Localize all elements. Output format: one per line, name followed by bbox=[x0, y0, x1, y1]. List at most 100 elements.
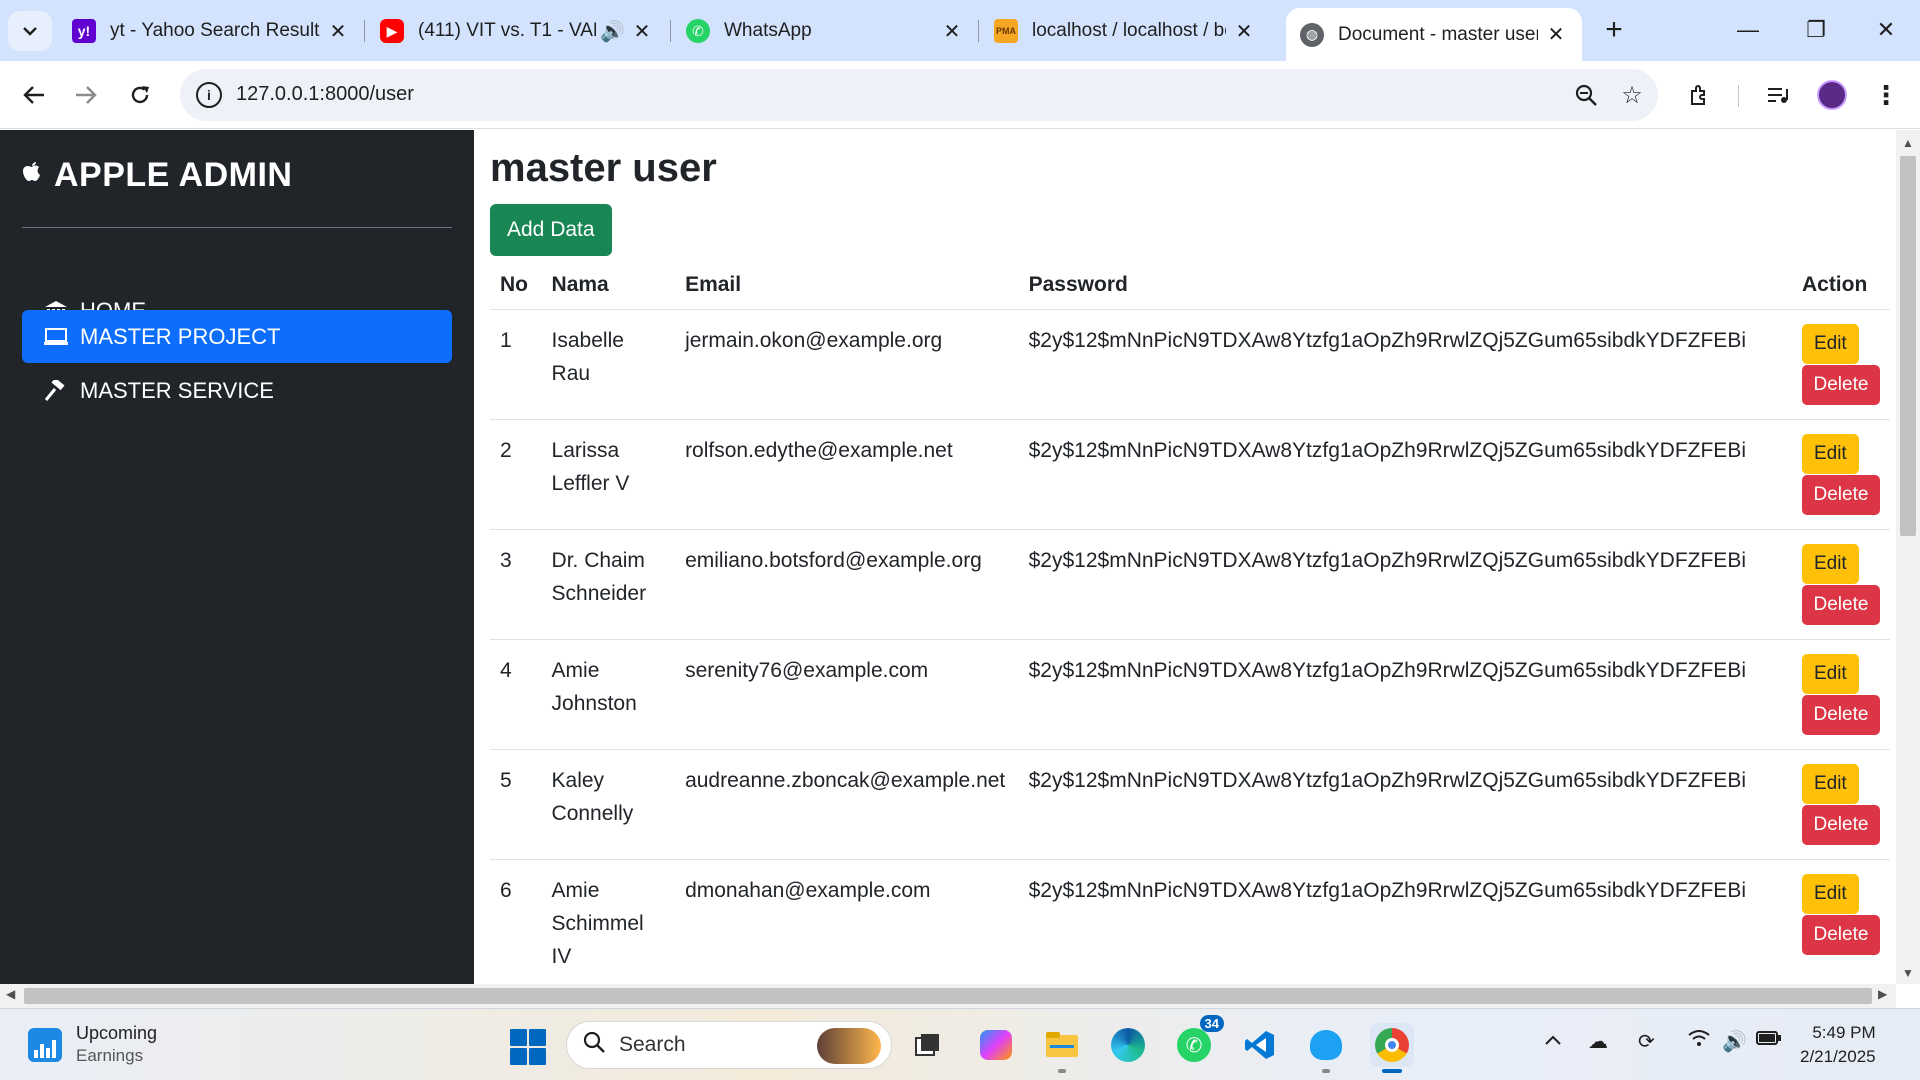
delete-button[interactable]: Delete bbox=[1801, 695, 1880, 735]
divider bbox=[22, 227, 452, 228]
tab-yahoo[interactable]: y! yt - Yahoo Search Results ✕ bbox=[58, 8, 364, 54]
tab-title: Document - master user bbox=[1338, 23, 1538, 45]
delete-button[interactable]: Delete bbox=[1801, 805, 1880, 845]
tab-phpmyadmin[interactable]: PMA localhost / localhost / be ✕ bbox=[980, 8, 1270, 54]
back-button[interactable] bbox=[14, 75, 54, 115]
speaker-icon[interactable]: 🔊 bbox=[600, 19, 625, 44]
edit-button[interactable]: Edit bbox=[1801, 324, 1859, 364]
volume-icon[interactable]: 🔊 bbox=[1722, 1029, 1747, 1054]
yahoo-icon: y! bbox=[72, 19, 96, 43]
battery-icon[interactable] bbox=[1756, 1029, 1782, 1052]
cell-action: Edit Delete bbox=[1791, 309, 1890, 420]
profile-avatar[interactable] bbox=[1812, 75, 1852, 115]
delete-button[interactable]: Delete bbox=[1801, 365, 1880, 405]
site-info-icon[interactable]: i bbox=[196, 82, 222, 108]
scrollbar-thumb[interactable] bbox=[24, 988, 1872, 1004]
tab-search-button[interactable] bbox=[8, 11, 52, 51]
file-explorer-icon[interactable] bbox=[1040, 1023, 1084, 1073]
delete-button[interactable]: Delete bbox=[1801, 475, 1880, 515]
column-header-nama: Nama bbox=[541, 261, 676, 310]
extensions-icon[interactable] bbox=[1680, 75, 1720, 115]
cell-no: 3 bbox=[490, 529, 542, 640]
cell-action: Edit Delete bbox=[1791, 859, 1890, 984]
cell-password: $2y$12$mNnPicN9TDXAw8Ytzfg1aOpZh9RrwlZQj… bbox=[1018, 309, 1792, 420]
edit-button[interactable]: Edit bbox=[1801, 764, 1859, 804]
taskbar-search-box[interactable]: Search bbox=[566, 1021, 892, 1069]
url-text[interactable]: 127.0.0.1:8000/user bbox=[236, 83, 414, 106]
close-icon[interactable]: ✕ bbox=[326, 19, 350, 44]
widget-title: Upcoming bbox=[76, 1023, 158, 1043]
app-blue-icon[interactable] bbox=[1304, 1023, 1348, 1073]
horizontal-scrollbar[interactable]: ◀ ▶ bbox=[0, 984, 1896, 1008]
tab-whatsapp[interactable]: ✆ WhatsApp ✕ bbox=[672, 8, 978, 54]
task-view-icon[interactable] bbox=[906, 1023, 950, 1067]
add-data-button[interactable]: Add Data bbox=[490, 204, 612, 256]
edit-button[interactable]: Edit bbox=[1801, 434, 1859, 474]
edit-button[interactable]: Edit bbox=[1801, 544, 1859, 584]
brand[interactable]: APPLE ADMIN bbox=[22, 156, 292, 195]
onedrive-icon[interactable]: ☁ bbox=[1588, 1029, 1608, 1054]
zoom-icon[interactable] bbox=[1566, 75, 1606, 115]
table-row: 5 Kaley Connelly audreanne.zboncak@example… bbox=[490, 749, 1890, 860]
menu-kebab-icon[interactable]: ⋮ bbox=[1866, 75, 1906, 115]
edge-icon[interactable] bbox=[1106, 1023, 1150, 1067]
wifi-icon[interactable] bbox=[1688, 1029, 1710, 1053]
delete-button[interactable]: Delete bbox=[1801, 585, 1880, 625]
system-clock[interactable]: 5:49 PM 2/21/2025 bbox=[1800, 1021, 1876, 1069]
running-indicator bbox=[1058, 1069, 1066, 1073]
whatsapp-taskbar-icon[interactable]: ✆ 34 bbox=[1172, 1015, 1224, 1067]
widget-subtitle: Earnings bbox=[76, 1046, 144, 1065]
scroll-down-arrow-icon[interactable]: ▼ bbox=[1896, 966, 1920, 980]
tab-document-master-user[interactable]: ◍ Document - master user ✕ bbox=[1286, 8, 1582, 61]
tab-title: (411) VIT vs. T1 - VAL bbox=[418, 20, 596, 41]
reload-button[interactable] bbox=[120, 75, 160, 115]
scroll-right-arrow-icon[interactable]: ▶ bbox=[1878, 987, 1887, 1001]
tab-separator bbox=[364, 20, 365, 42]
table-row: 2 Larissa Leffler Vrolfson.edythe@example… bbox=[490, 419, 1890, 530]
widgets-button[interactable]: Upcoming Earnings bbox=[28, 1023, 157, 1066]
search-icon bbox=[583, 1031, 605, 1060]
close-icon[interactable]: ✕ bbox=[630, 19, 654, 44]
sidebar-item-master-service[interactable]: MASTER SERVICE bbox=[22, 364, 452, 417]
vscode-icon[interactable] bbox=[1238, 1023, 1282, 1067]
address-bar[interactable]: i 127.0.0.1:8000/user ☆ bbox=[180, 69, 1658, 121]
tab-youtube[interactable]: ▶ (411) VIT vs. T1 - VAL 🔊 ✕ bbox=[366, 8, 668, 54]
cell-email: rolfson.edythe@example.net bbox=[675, 419, 1019, 530]
scrollbar-thumb[interactable] bbox=[1900, 156, 1916, 536]
media-control-icon[interactable] bbox=[1758, 75, 1798, 115]
vertical-scrollbar[interactable]: ▲ ▼ bbox=[1896, 130, 1920, 984]
chrome-icon[interactable] bbox=[1370, 1023, 1414, 1073]
bookmark-star-icon[interactable]: ☆ bbox=[1612, 75, 1652, 115]
restore-button[interactable]: ❐ bbox=[1796, 10, 1836, 50]
cell-email: dmonahan@example.com bbox=[675, 859, 1019, 984]
cell-password: $2y$12$mNnPicN9TDXAw8Ytzfg1aOpZh9RrwlZQj… bbox=[1018, 419, 1792, 530]
edit-button[interactable]: Edit bbox=[1801, 654, 1859, 694]
sync-icon[interactable]: ⟳ bbox=[1638, 1029, 1655, 1054]
chevron-up-icon[interactable] bbox=[1544, 1029, 1562, 1052]
sidebar: APPLE ADMIN HOME MASTER PROJECT MASTER S… bbox=[0, 130, 474, 984]
whatsapp-icon: ✆ bbox=[686, 19, 710, 43]
scroll-left-arrow-icon[interactable]: ◀ bbox=[6, 987, 15, 1001]
new-tab-button[interactable]: + bbox=[1596, 12, 1632, 48]
minimize-button[interactable]: — bbox=[1728, 10, 1768, 50]
close-icon[interactable]: ✕ bbox=[1232, 19, 1256, 44]
column-header-email: Email bbox=[675, 261, 1019, 310]
cell-nama: Amie Schimmel IV bbox=[541, 859, 676, 984]
sidebar-item-master-project[interactable]: MASTER PROJECT bbox=[22, 310, 452, 363]
search-highlight-image bbox=[817, 1028, 881, 1064]
forward-button[interactable] bbox=[66, 75, 106, 115]
column-header-no: No bbox=[490, 261, 542, 310]
delete-button[interactable]: Delete bbox=[1801, 915, 1880, 955]
scroll-up-arrow-icon[interactable]: ▲ bbox=[1896, 136, 1920, 150]
reload-icon bbox=[131, 86, 149, 104]
close-window-button[interactable]: ✕ bbox=[1866, 10, 1906, 50]
arrow-right-icon bbox=[76, 86, 97, 104]
close-icon[interactable]: ✕ bbox=[1544, 22, 1568, 47]
windows-start-icon[interactable] bbox=[510, 1029, 546, 1065]
copilot-icon[interactable] bbox=[974, 1023, 1018, 1067]
cell-action: Edit Delete bbox=[1791, 639, 1890, 750]
tab-title: WhatsApp bbox=[724, 20, 812, 41]
edit-button[interactable]: Edit bbox=[1801, 874, 1859, 914]
table-row: 4 Amie Johnston serenity76@example.com $2y$… bbox=[490, 639, 1890, 750]
close-icon[interactable]: ✕ bbox=[940, 19, 964, 44]
